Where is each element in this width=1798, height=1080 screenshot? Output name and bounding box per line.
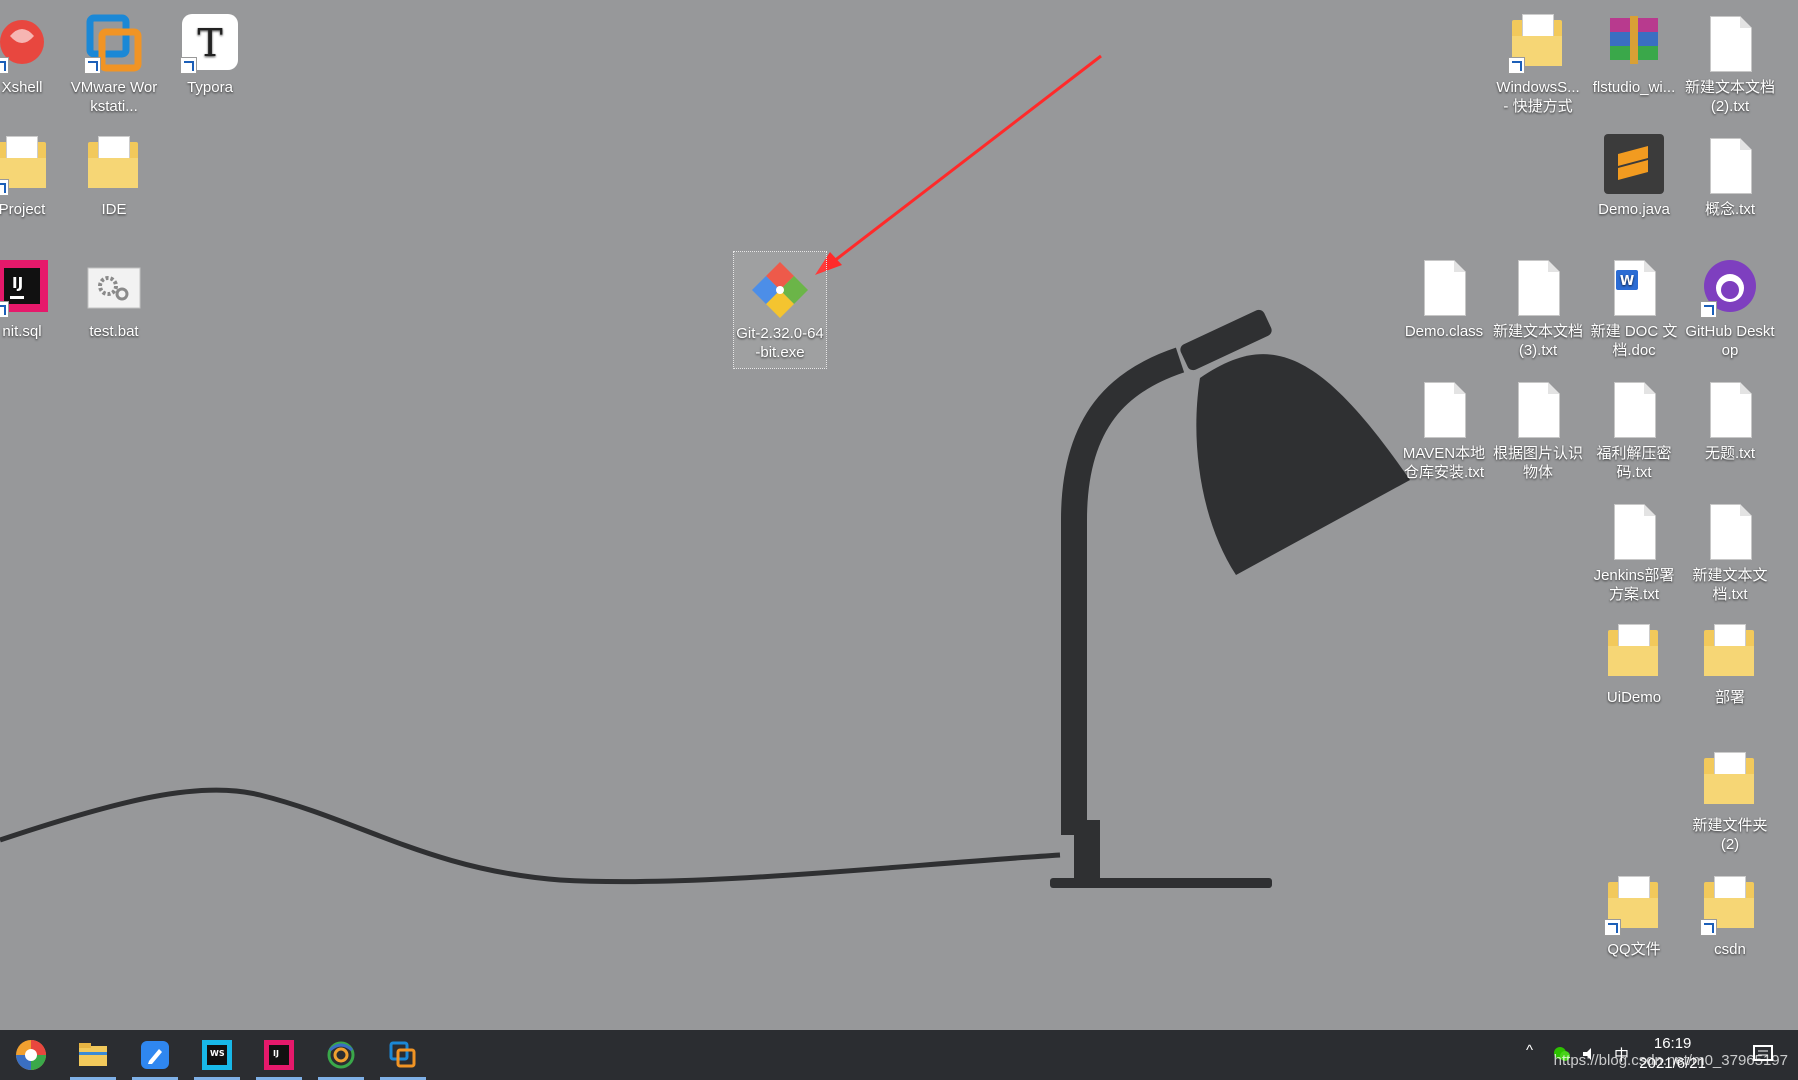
text-file-icon: [1698, 500, 1762, 564]
desktop-icon-uidemo[interactable]: UiDemo: [1588, 616, 1680, 732]
watermark: https://blog.csdn.net/m0_37965197: [1553, 1052, 1788, 1069]
desktop-icon-xshell[interactable]: Xshell: [0, 6, 68, 122]
desktop-icon-image-recognition[interactable]: 根据图片认识物体: [1492, 372, 1584, 488]
text-file-icon: [1506, 378, 1570, 442]
desktop-icon-csdn[interactable]: csdn: [1684, 868, 1776, 984]
github-icon: [1698, 256, 1762, 320]
word-doc-icon: W: [1602, 256, 1666, 320]
desktop-icon-vmware[interactable]: VMware Workstati...: [68, 6, 160, 122]
svg-text:IJ: IJ: [12, 274, 23, 292]
desktop-icon-nit-sql[interactable]: IJ nit.sql: [0, 250, 68, 366]
gear-file-icon: [82, 256, 146, 320]
xshell-icon: [0, 12, 54, 76]
desktop-icon-new-folder-2[interactable]: 新建文件夹 (2): [1684, 744, 1776, 860]
desktop-icon-github-desktop[interactable]: GitHub Desktop: [1684, 250, 1776, 366]
taskbar-intellij[interactable]: IJ: [252, 1030, 306, 1080]
vmware-icon: [82, 12, 146, 76]
text-file-icon: [1698, 134, 1762, 198]
clock-time: 16:19: [1653, 1035, 1692, 1052]
desktop-icon-test-bat[interactable]: test.bat: [68, 250, 160, 366]
desktop-icon-demo-class[interactable]: Demo.class: [1398, 250, 1490, 366]
desktop-icon-password-txt[interactable]: 福利解压密码.txt: [1588, 372, 1680, 488]
text-file-icon: [1698, 12, 1762, 76]
desktop-icon-windows-shortcut[interactable]: WindowsS... - 快捷方式: [1492, 6, 1584, 122]
folder-shortcut-icon: [1698, 874, 1762, 938]
svg-text:T: T: [197, 21, 222, 65]
vmware-icon: [389, 1041, 416, 1068]
svg-text:W: W: [1620, 274, 1634, 289]
start-colorful-icon: [16, 1040, 46, 1070]
folder-icon: [1602, 622, 1666, 686]
taskbar-webstorm[interactable]: WS: [190, 1030, 244, 1080]
browser-icon: [327, 1041, 355, 1069]
blank-file-icon: [1412, 256, 1476, 320]
folder-icon: [1698, 622, 1762, 686]
desktop-icon-untitled-txt[interactable]: 无题.txt: [1684, 372, 1776, 488]
svg-text:IJ: IJ: [273, 1049, 279, 1058]
taskbar: WS IJ ^ 中 16:19 2021/6/21 https://blog.c…: [0, 1030, 1798, 1080]
desktop: Xshell VMware Workstati... T Typora Proj…: [0, 0, 1798, 1030]
wallpaper-lamp: [0, 54, 1410, 888]
git-installer-icon: [748, 258, 812, 322]
desktop-icon-new-doc[interactable]: W 新建 DOC 文档.doc: [1588, 250, 1680, 366]
svg-text:WS: WS: [210, 1049, 225, 1058]
folder-shortcut-icon: [1506, 12, 1570, 76]
taskbar-file-explorer[interactable]: [66, 1030, 120, 1080]
sublime-icon: [1602, 134, 1666, 198]
desktop-icon-ide[interactable]: IDE: [68, 128, 160, 244]
taskbar-browser[interactable]: [314, 1030, 368, 1080]
desktop-icon-new-txt[interactable]: 新建文本文档.txt: [1684, 494, 1776, 610]
note-editor-icon: [141, 1041, 169, 1069]
folder-shortcut-icon: [1602, 874, 1666, 938]
desktop-icon-maven-txt[interactable]: MAVEN本地仓库安装.txt: [1398, 372, 1490, 488]
webstorm-icon: WS: [202, 1040, 232, 1070]
text-file-icon: [1602, 500, 1666, 564]
taskbar-vmware[interactable]: [376, 1030, 430, 1080]
desktop-icon-deploy[interactable]: 部署: [1684, 616, 1776, 732]
desktop-icon-txt-3[interactable]: 新建文本文档 (3).txt: [1492, 250, 1584, 366]
winrar-archive-icon: [1602, 12, 1666, 76]
desktop-icon-qq-files[interactable]: QQ文件: [1588, 868, 1680, 984]
desktop-icon-project[interactable]: Project: [0, 128, 68, 244]
desktop-icon-flstudio[interactable]: flstudio_wi...: [1588, 6, 1680, 122]
intellij-icon: IJ: [264, 1040, 294, 1070]
desktop-icon-txt-2[interactable]: 新建文本文档 (2).txt: [1684, 6, 1776, 122]
folder-icon: [1698, 750, 1762, 814]
text-file-icon: [1506, 256, 1570, 320]
folder-icon: [0, 134, 54, 198]
file-explorer-icon: [79, 1043, 107, 1066]
start-button[interactable]: [4, 1030, 58, 1080]
tray-chevron-icon[interactable]: ^: [1526, 1042, 1533, 1059]
intellij-icon: IJ: [0, 256, 54, 320]
desktop-icon-demo-java[interactable]: Demo.java: [1588, 128, 1680, 244]
typora-icon: T: [178, 12, 242, 76]
taskbar-note-editor[interactable]: [128, 1030, 182, 1080]
text-file-icon: [1698, 378, 1762, 442]
desktop-icon-git-installer[interactable]: Git-2.32.0-64-bit.exe: [733, 251, 827, 369]
desktop-icon-jenkins-txt[interactable]: Jenkins部署方案.txt: [1588, 494, 1680, 610]
text-file-icon: [1412, 378, 1476, 442]
desktop-icon-concept-txt[interactable]: 概念.txt: [1684, 128, 1776, 244]
desktop-icon-typora[interactable]: T Typora: [164, 6, 256, 122]
text-file-icon: [1602, 378, 1666, 442]
folder-icon: [82, 134, 146, 198]
